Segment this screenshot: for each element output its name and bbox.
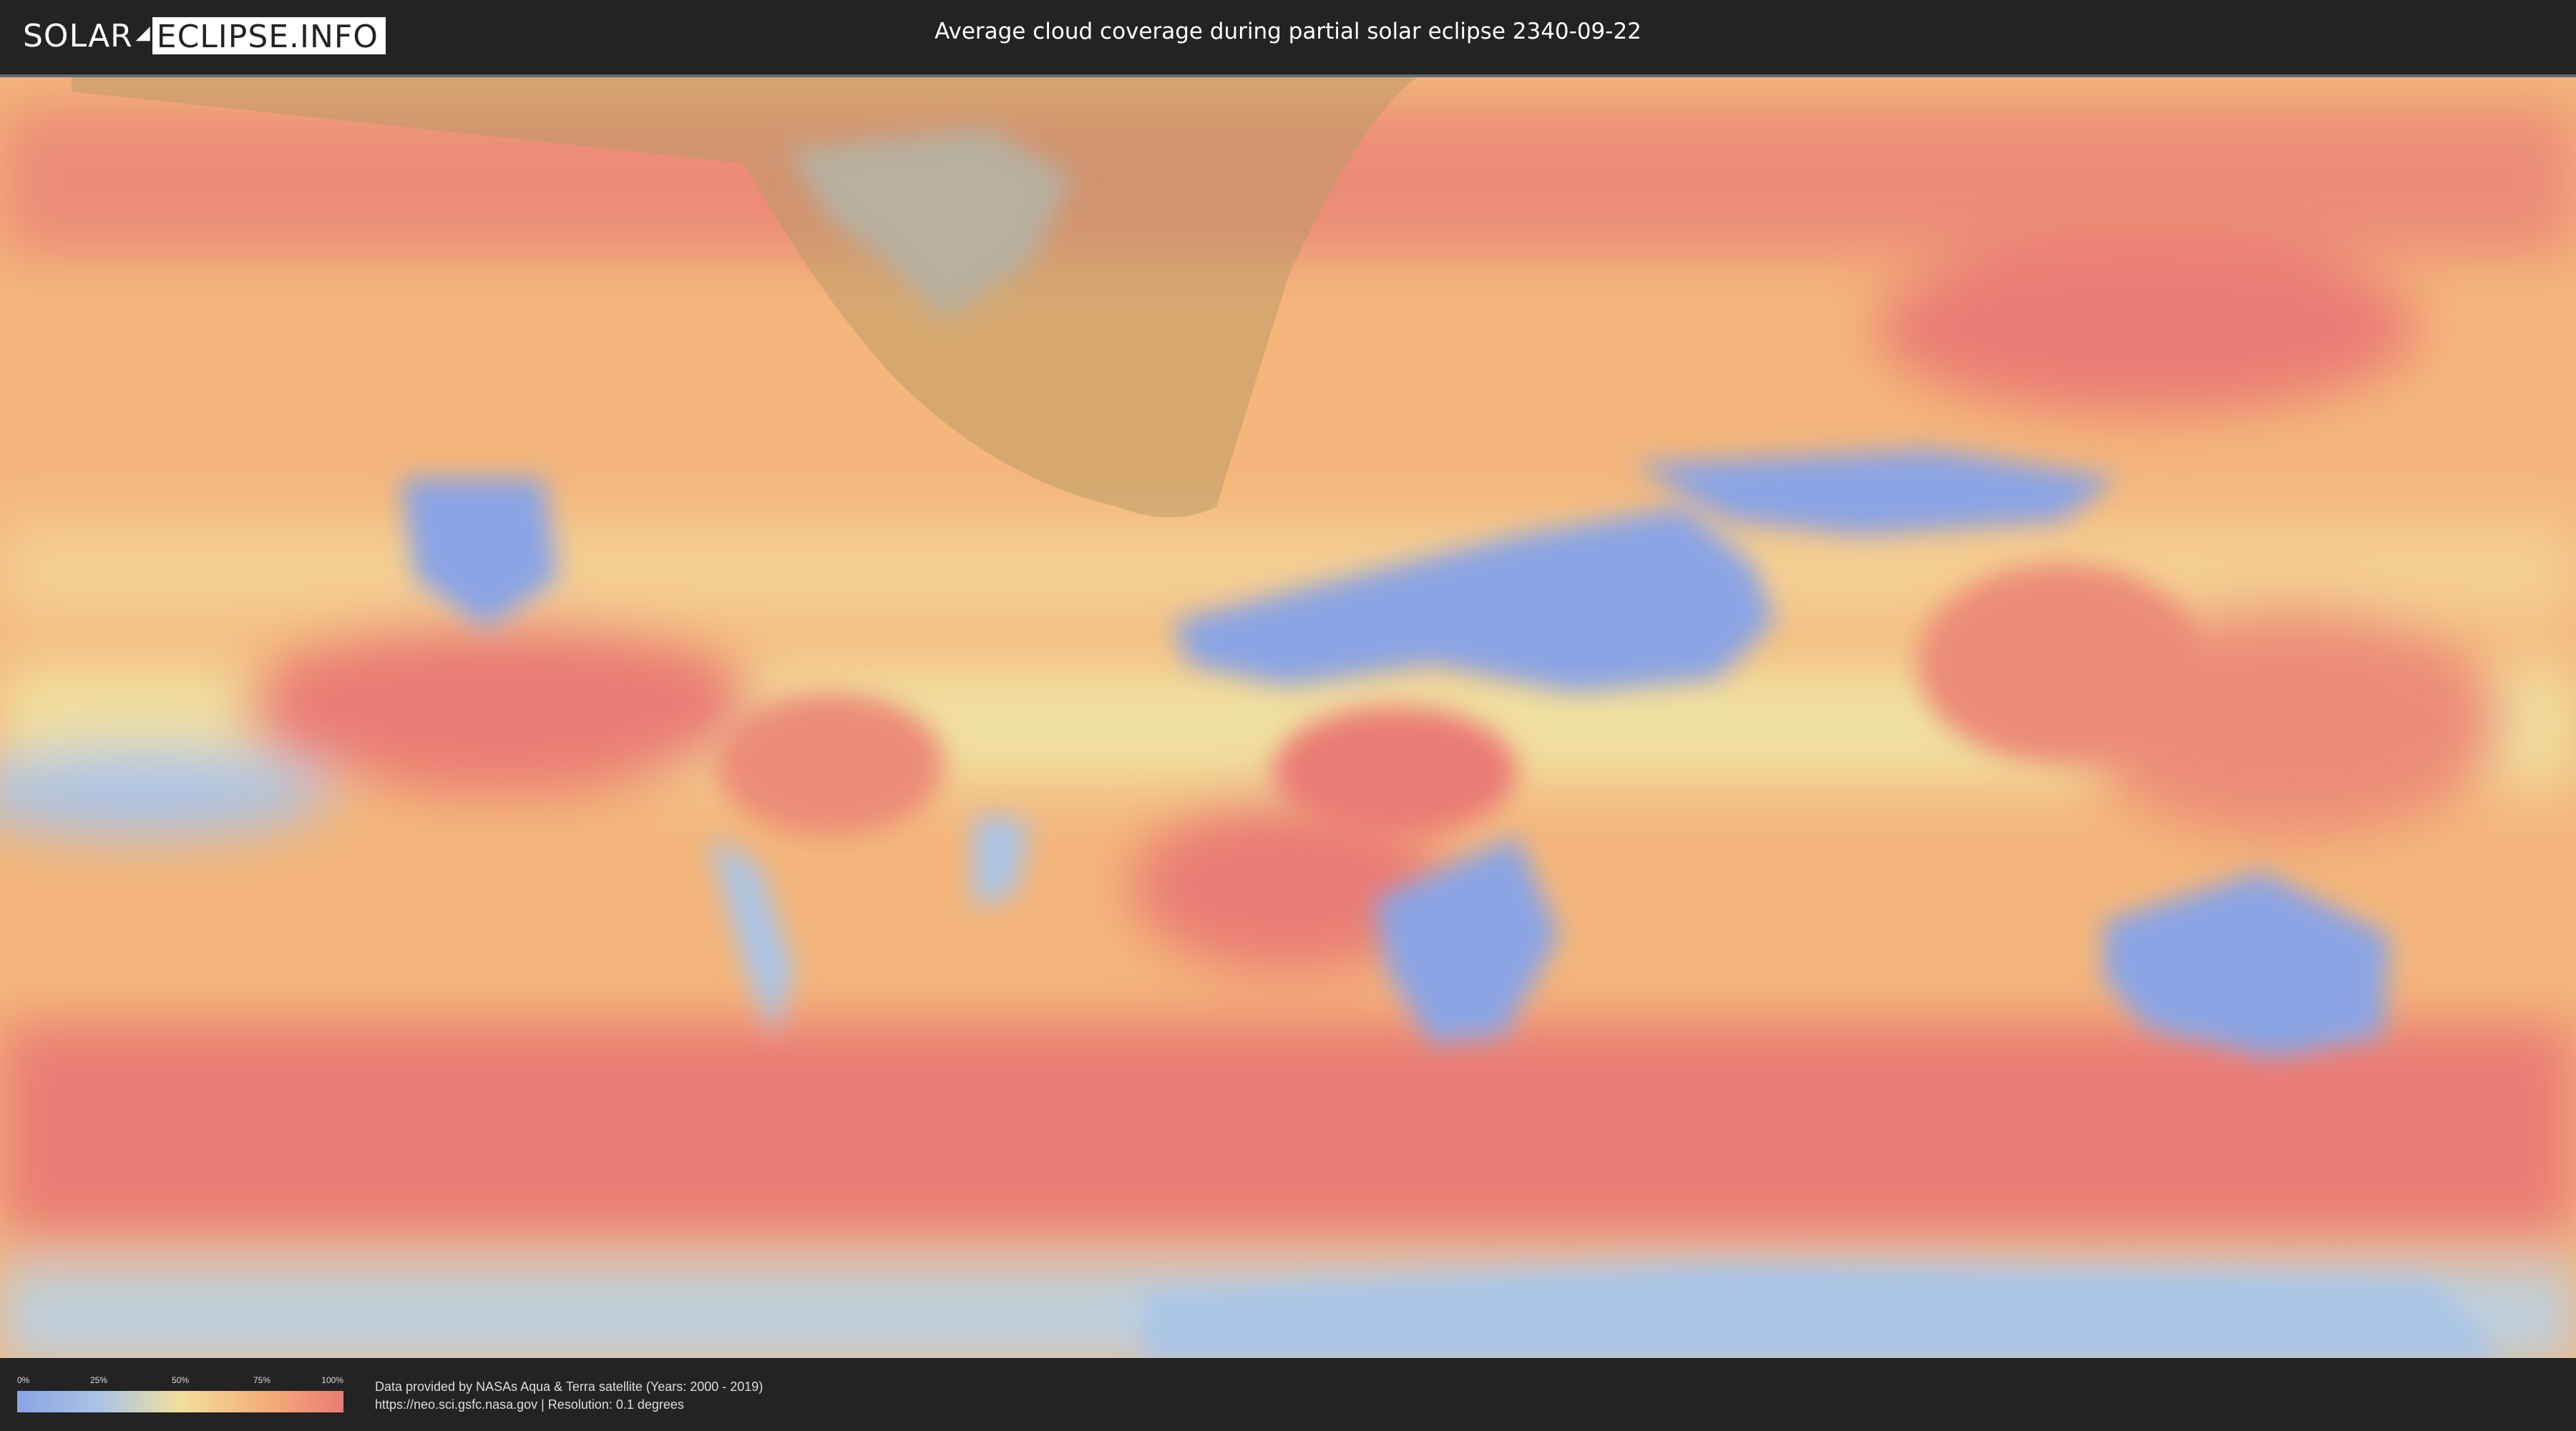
cloud-coverage-legend: 0% 25% 50% 75% 100% [17,1375,343,1415]
header: SOLAR ◢ ECLIPSE.INFO Average cloud cover… [0,0,2576,72]
legend-tick-75: 75% [253,1375,271,1385]
footer: 0% 25% 50% 75% 100% Data provided by NAS… [0,1358,2576,1431]
legend-tick-50: 50% [171,1375,190,1385]
legend-tick-labels: 0% 25% 50% 75% 100% [17,1375,343,1387]
legend-tick-0: 0% [17,1375,30,1385]
map-svg [0,77,2576,1358]
data-credits: Data provided by NASAs Aqua & Terra sate… [375,1378,763,1414]
page: SOLAR ◢ ECLIPSE.INFO Average cloud cover… [0,0,2576,1431]
credit-line-url: https://neo.sci.gsfc.nasa.gov | Resoluti… [375,1397,684,1412]
credit-line-source: Data provided by NASAs Aqua & Terra sate… [375,1379,763,1394]
legend-tick-100: 100% [321,1375,343,1385]
cloud-coverage-map[interactable] [0,74,2576,1358]
legend-gradient-bar [17,1391,343,1412]
page-title: Average cloud coverage during partial so… [935,19,1641,44]
legend-tick-25: 25% [89,1375,108,1385]
